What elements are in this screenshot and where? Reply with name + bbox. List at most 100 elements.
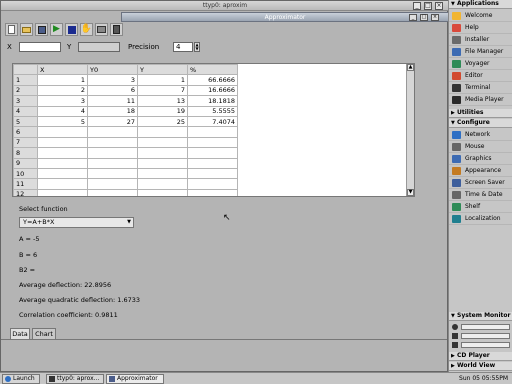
maximize-button[interactable]: □ (424, 2, 432, 10)
cell-percent[interactable] (187, 188, 238, 196)
cell-y0[interactable] (87, 147, 138, 159)
app-titlebar[interactable]: Approximator _ □ × (121, 12, 449, 22)
cell-y0[interactable]: 18 (87, 105, 138, 117)
sidebar-item-voyager[interactable]: Voyager (449, 58, 512, 70)
cell-y[interactable] (137, 178, 188, 190)
column-header-percent[interactable]: % (187, 64, 238, 76)
cell-x[interactable] (37, 136, 88, 149)
table-row[interactable]: 7 (13, 136, 409, 149)
cell-y[interactable] (137, 188, 188, 196)
section-cd-player[interactable]: ▶ CD Player (449, 352, 512, 361)
table-row[interactable]: 12 (13, 188, 409, 196)
cell-y0[interactable]: 27 (87, 115, 138, 128)
x-input[interactable] (19, 42, 61, 52)
stop-icon[interactable] (65, 23, 78, 36)
taskbar-item-terminal[interactable]: ttyp0: aprox... (46, 374, 104, 384)
cell-percent[interactable]: 7.4074 (187, 115, 238, 128)
table-row[interactable]: 6 (13, 126, 409, 138)
table-row[interactable]: 4 4 18 19 5.5555 (13, 105, 409, 117)
sidebar-item-time-date[interactable]: Time & Date (449, 189, 512, 201)
cell-y[interactable]: 1 (137, 74, 188, 86)
open-icon[interactable] (20, 23, 33, 36)
minimize-button[interactable]: _ (413, 2, 421, 10)
table-row[interactable]: 5 5 27 25 7.4074 (13, 115, 409, 128)
sidebar-item-file-manager[interactable]: File Manager (449, 46, 512, 58)
cell-y[interactable]: 13 (137, 95, 188, 107)
cell-percent[interactable] (187, 167, 238, 180)
precision-input[interactable]: 4 (173, 42, 193, 52)
cell-x[interactable] (37, 188, 88, 196)
scroll-down-button[interactable]: ▼ (407, 189, 414, 196)
tab-data[interactable]: Data (10, 328, 30, 339)
cell-x[interactable] (37, 147, 88, 159)
cell-y0[interactable] (87, 126, 138, 138)
cell-y[interactable] (137, 157, 188, 169)
column-header-y[interactable]: Y (137, 64, 188, 76)
app-minimize-button[interactable]: _ (409, 14, 417, 21)
cell-y[interactable] (137, 167, 188, 180)
sidebar-item-welcome[interactable]: Welcome (449, 10, 512, 22)
sidebar-item-mouse[interactable]: Mouse (449, 141, 512, 153)
table-row[interactable]: 10 (13, 167, 409, 180)
cell-y[interactable] (137, 136, 188, 149)
app-maximize-button[interactable]: □ (420, 14, 428, 21)
cell-x[interactable] (37, 126, 88, 138)
cell-x[interactable]: 3 (37, 95, 88, 107)
cell-y[interactable]: 7 (137, 84, 188, 97)
cell-percent[interactable]: 66.6666 (187, 74, 238, 86)
back-window-titlebar[interactable]: ttyp0: aproxim _ □ × (1, 1, 449, 11)
sidebar-item-screen-saver[interactable]: Screen Saver (449, 177, 512, 189)
sidebar-item-network[interactable]: Network (449, 129, 512, 141)
cell-x[interactable]: 1 (37, 74, 88, 86)
cell-x[interactable]: 4 (37, 105, 88, 117)
print-icon[interactable] (95, 23, 108, 36)
exit-icon[interactable] (110, 23, 123, 36)
cell-y[interactable]: 19 (137, 105, 188, 117)
cell-y[interactable]: 25 (137, 115, 188, 128)
cell-y0[interactable] (87, 188, 138, 196)
section-utilities[interactable]: ▶ Utilities (449, 109, 512, 118)
cell-percent[interactable]: 18.1818 (187, 95, 238, 107)
cell-y[interactable] (137, 126, 188, 138)
cell-y0[interactable]: 3 (87, 74, 138, 86)
cell-x[interactable] (37, 157, 88, 169)
cell-percent[interactable] (187, 147, 238, 159)
cell-percent[interactable] (187, 178, 238, 190)
section-system-monitor[interactable]: ▼ System Monitor (449, 312, 512, 321)
sidebar-item-shelf[interactable]: Shelf (449, 201, 512, 213)
sidebar-item-graphics[interactable]: Graphics (449, 153, 512, 165)
column-header-x[interactable]: X (37, 64, 88, 76)
cell-percent[interactable]: 5.5555 (187, 105, 238, 117)
section-applications[interactable]: ▼ Applications (449, 0, 512, 9)
sidebar-item-media-player[interactable]: Media Player (449, 94, 512, 106)
hand-icon[interactable]: ✋ (80, 23, 93, 36)
table-row[interactable]: 11 (13, 178, 409, 190)
sidebar-item-help[interactable]: Help (449, 22, 512, 34)
save-icon[interactable] (35, 23, 48, 36)
cell-y0[interactable] (87, 136, 138, 149)
cell-x[interactable]: 5 (37, 115, 88, 128)
cell-y0[interactable] (87, 178, 138, 190)
close-button[interactable]: × (435, 2, 443, 10)
sidebar-item-terminal[interactable]: Terminal (449, 82, 512, 94)
cell-y0[interactable]: 6 (87, 84, 138, 97)
cell-x[interactable] (37, 167, 88, 180)
table-row[interactable]: 3 3 11 13 18.1818 (13, 95, 409, 107)
run-icon[interactable]: ▶ (50, 23, 63, 36)
table-row[interactable]: 8 (13, 147, 409, 159)
table-row[interactable]: 1 1 3 1 66.6666 (13, 74, 409, 86)
table-row[interactable]: 2 2 6 7 16.6666 (13, 84, 409, 97)
cell-percent[interactable]: 16.6666 (187, 84, 238, 97)
cell-y0[interactable]: 11 (87, 95, 138, 107)
cell-x[interactable]: 2 (37, 84, 88, 97)
function-select[interactable]: Y=A+B*X ▼ (19, 217, 134, 228)
sidebar-item-appearance[interactable]: Appearance (449, 165, 512, 177)
precision-stepper[interactable]: ▲ ▼ (194, 42, 200, 52)
taskbar-item-approximator[interactable]: Approximator (106, 374, 164, 384)
cell-x[interactable] (37, 178, 88, 190)
new-icon[interactable] (5, 23, 18, 36)
launch-button[interactable]: Launch (2, 374, 40, 384)
cell-percent[interactable] (187, 136, 238, 149)
section-world-view[interactable]: ▶ World View (449, 362, 512, 371)
cell-y0[interactable] (87, 167, 138, 180)
